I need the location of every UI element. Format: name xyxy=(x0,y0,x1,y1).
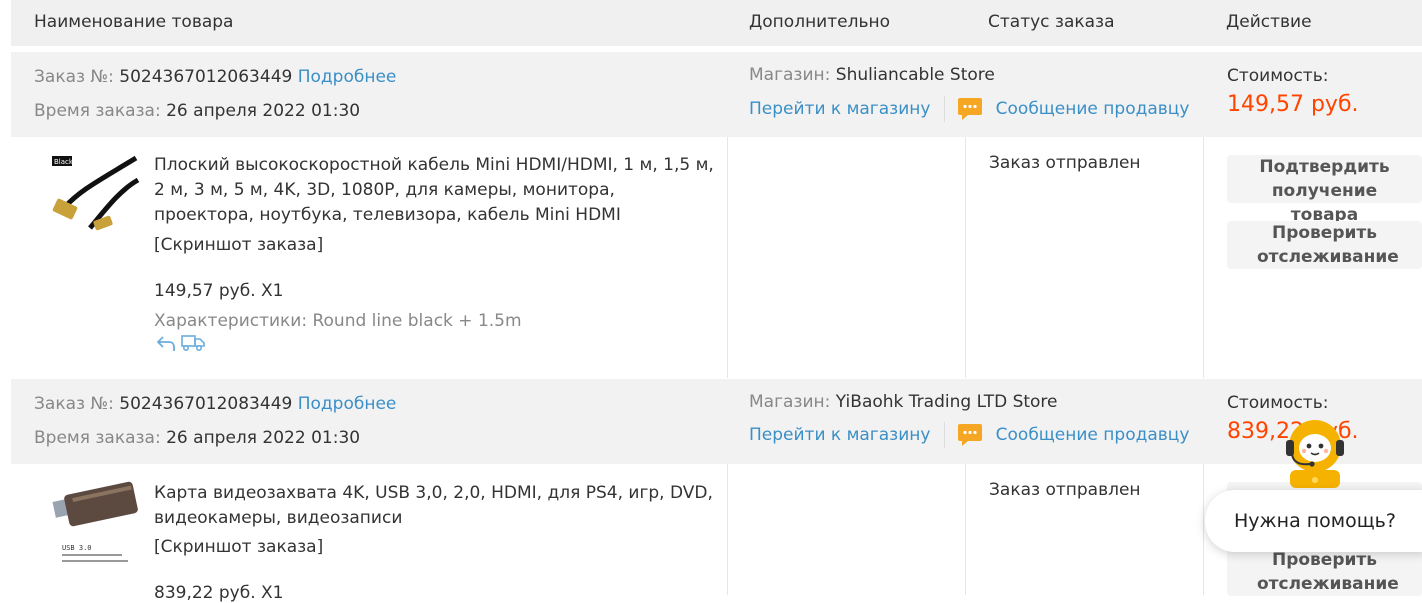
product-action-icons xyxy=(156,334,206,357)
thumb-label: USB 3.0 xyxy=(62,544,92,552)
price-quantity: 149,57 руб. X1 xyxy=(154,281,284,301)
cost-value: 149,57 руб. xyxy=(1227,92,1359,117)
divider xyxy=(943,96,945,122)
product-thumbnail[interactable]: USB 3.0 xyxy=(50,480,142,570)
product-title[interactable]: Плоский высокоскоростной кабель Mini HDM… xyxy=(154,153,714,228)
order-time-row: Время заказа: 26 апреля 2022 01:30 xyxy=(34,428,360,448)
store-actions: Перейти к магазину Сообщение продавцу xyxy=(749,96,1189,122)
help-widget-text: Нужна помощь? xyxy=(1234,510,1396,532)
column-divider xyxy=(1203,464,1204,595)
header-product: Наименование товара xyxy=(34,12,234,32)
order-time: 26 апреля 2022 01:30 xyxy=(166,428,361,448)
order-header xyxy=(11,52,1422,137)
order-number-row: Заказ №: 5024367012063449 Подробнее xyxy=(34,67,396,87)
header-action: Действие xyxy=(1226,12,1312,32)
store-label: Магазин: xyxy=(749,392,831,412)
return-icon[interactable] xyxy=(156,334,176,357)
cost-label: Стоимость: xyxy=(1227,66,1329,86)
check-tracking-button[interactable]: Проверить отслеживание xyxy=(1227,221,1422,269)
go-to-store-link[interactable]: Перейти к магазину xyxy=(749,99,930,119)
order-time-label: Время заказа: xyxy=(34,101,161,121)
product-thumbnail[interactable]: Black xyxy=(50,150,142,235)
store-label: Магазин: xyxy=(749,65,831,85)
order-number: 5024367012063449 xyxy=(119,67,293,87)
order-snapshot-link[interactable]: [Скриншот заказа] xyxy=(154,235,323,255)
product-specs: Характеристики: Round line black + 1.5m xyxy=(154,311,522,331)
column-divider xyxy=(965,464,966,595)
order-details-link[interactable]: Подробнее xyxy=(298,394,397,414)
store-row: Магазин: YiBaohk Trading LTD Store xyxy=(749,392,1058,412)
column-divider xyxy=(727,137,728,378)
price-quantity: 839,22 руб. X1 xyxy=(154,583,284,603)
header-status: Статус заказа xyxy=(988,12,1115,32)
check-tracking-button[interactable]: Проверить отслеживание xyxy=(1227,548,1422,596)
table-header: Наименование товара Дополнительно Статус… xyxy=(11,0,1422,46)
header-extra: Дополнительно xyxy=(749,12,890,32)
delivery-truck-icon[interactable] xyxy=(181,334,206,357)
chat-icon[interactable] xyxy=(958,424,983,446)
column-divider xyxy=(1203,137,1204,378)
confirm-receipt-button[interactable]: Подтвердить получение товара xyxy=(1227,155,1422,225)
order-status: Заказ отправлен xyxy=(989,153,1141,173)
chat-icon[interactable] xyxy=(958,98,983,120)
order-number-row: Заказ №: 5024367012083449 Подробнее xyxy=(34,394,396,414)
store-actions: Перейти к магазину Сообщение продавцу xyxy=(749,422,1189,448)
store-name: Shuliancable Store xyxy=(835,65,995,85)
thumb-tag: Black xyxy=(54,158,74,166)
message-seller-link[interactable]: Сообщение продавцу xyxy=(996,99,1190,119)
order-number: 5024367012083449 xyxy=(119,394,293,414)
order-time: 26 апреля 2022 01:30 xyxy=(166,101,361,121)
store-row: Магазин: Shuliancable Store xyxy=(749,65,995,85)
column-divider xyxy=(727,464,728,595)
order-details-link[interactable]: Подробнее xyxy=(298,67,397,87)
order-time-row: Время заказа: 26 апреля 2022 01:30 xyxy=(34,101,360,121)
order-number-label: Заказ №: xyxy=(34,394,114,414)
store-name: YiBaohk Trading LTD Store xyxy=(835,392,1058,412)
product-title[interactable]: Карта видеозахвата 4K, USB 3,0, 2,0, HDM… xyxy=(154,481,714,531)
order-number-label: Заказ №: xyxy=(34,67,114,87)
order-header xyxy=(11,379,1422,464)
divider xyxy=(943,422,945,448)
order-time-label: Время заказа: xyxy=(34,428,161,448)
cost-label: Стоимость: xyxy=(1227,393,1329,413)
order-snapshot-link[interactable]: [Скриншот заказа] xyxy=(154,537,323,557)
help-widget[interactable]: Нужна помощь? xyxy=(1205,490,1422,552)
message-seller-link[interactable]: Сообщение продавцу xyxy=(996,425,1190,445)
order-status: Заказ отправлен xyxy=(989,480,1141,500)
go-to-store-link[interactable]: Перейти к магазину xyxy=(749,425,930,445)
help-mascot-icon[interactable] xyxy=(1282,412,1348,488)
column-divider xyxy=(965,137,966,378)
